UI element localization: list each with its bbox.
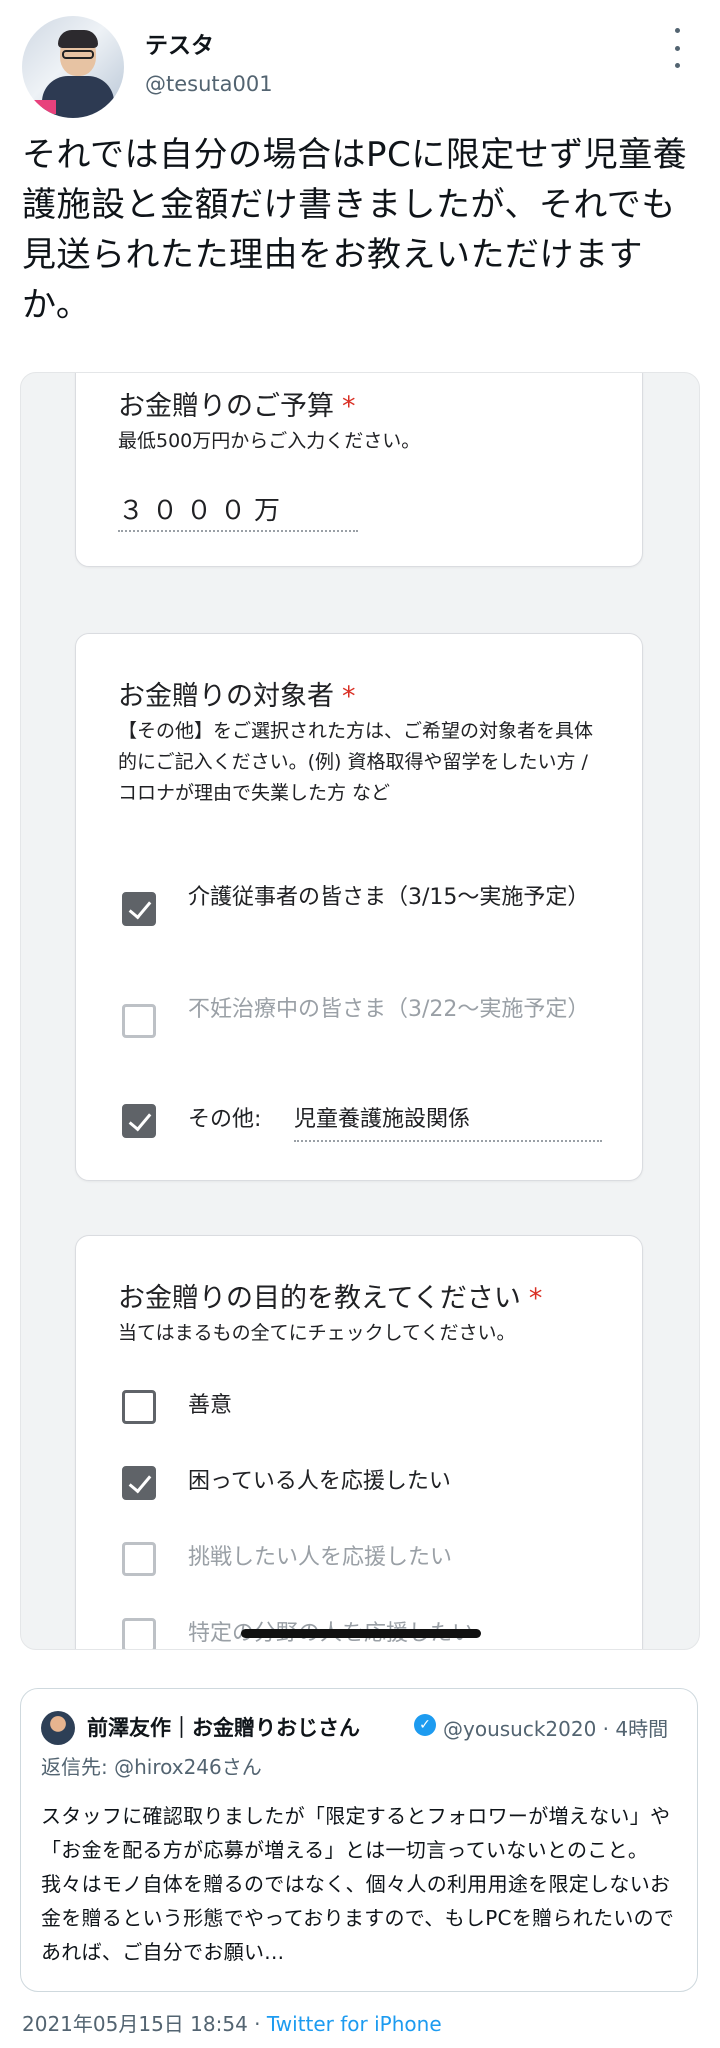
purpose-question-card: お金贈りの目的を教えてください * 当てはまるもの全てにチェックしてください。 善… [75, 1235, 643, 1649]
target-question-title: お金贈りの対象者 * [118, 681, 356, 712]
budget-question-title: お金贈りのご予算 * [118, 391, 356, 422]
budget-question-card: お金贈りのご予算 * 最低500万円からご入力ください。 ３０００万 [75, 373, 643, 567]
quoted-author-avatar[interactable] [41, 1711, 75, 1745]
quoted-reply-to: 返信先: @hirox246さん [41, 1755, 262, 1779]
budget-question-description: 最低500万円からご入力ください。 [118, 430, 421, 452]
purpose-option-goodwill: 善意 [188, 1393, 233, 1418]
purpose-option-support-challengers: 挑戦したい人を応援したい [188, 1545, 453, 1570]
author-avatar[interactable] [22, 16, 124, 118]
reply-to-handle-link[interactable]: @hirox246さん [114, 1755, 262, 1779]
purpose-option-help-struggling: 困っている人を応援したい [188, 1469, 451, 1494]
target-question-description: 【その他】をご選択された方は、ご希望の対象者を具体的にご記入ください。(例) 資… [118, 720, 594, 804]
budget-answer-value: ３０００万 [118, 496, 289, 526]
more-options-icon[interactable] [672, 28, 682, 68]
author-handle[interactable]: @tesuta001 [145, 72, 273, 96]
target-other-underline [294, 1140, 602, 1142]
quoted-author-name[interactable]: 前澤友作｜お金贈りおじさん [87, 1712, 360, 1742]
target-other-input[interactable]: 児童養護施設関係 [294, 1102, 594, 1138]
quoted-author-handle-time[interactable]: @yousuck2020 · 4時間 [443, 1713, 668, 1742]
tweet-source-link[interactable]: Twitter for iPhone [267, 2012, 442, 2036]
attached-image[interactable]: お金贈りのご予算 * 最低500万円からご入力ください。 ３０００万 お金贈りの対… [20, 372, 700, 1650]
purpose-question-title: お金贈りの目的を教えてください * [118, 1283, 543, 1314]
purpose-checkbox-specific-field[interactable] [122, 1618, 156, 1649]
tweet-text: それでは自分の場合はPCに限定せず児童養護施設と金額だけ書きましたが、それでも見… [22, 135, 688, 325]
purpose-checkbox-goodwill[interactable] [122, 1390, 156, 1424]
target-checkbox-other[interactable] [122, 1104, 156, 1138]
tweet-timestamp: 2021年05月15日 18:54 · Twitter for iPhone [22, 2012, 442, 2036]
target-checkbox-fertility[interactable] [122, 1004, 156, 1038]
purpose-checkbox-support-challengers[interactable] [122, 1542, 156, 1576]
target-option-caregivers: 介護従事者の皆さま（3/15〜実施予定） [188, 885, 590, 910]
home-indicator-bar [241, 1629, 481, 1638]
verified-badge-icon: ✓ [414, 1714, 436, 1736]
target-option-fertility: 不妊治療中の皆さま（3/22〜実施予定） [188, 997, 590, 1022]
target-question-card: お金贈りの対象者 * 【その他】をご選択された方は、ご希望の対象者を具体的にご記入… [75, 633, 643, 1181]
quoted-tweet-text: スタッフに確認取りましたが「限定するとフォロワーが増えない」や「お金を配る方が応… [41, 1804, 675, 1964]
target-checkbox-caregivers[interactable] [122, 892, 156, 926]
quoted-tweet[interactable]: 前澤友作｜お金贈りおじさん ✓ @yousuck2020 · 4時間 返信先: … [20, 1688, 698, 1992]
author-name[interactable]: テスタ [145, 26, 214, 60]
purpose-question-description: 当てはまるもの全てにチェックしてください。 [118, 1322, 516, 1344]
purpose-checkbox-help-struggling[interactable] [122, 1466, 156, 1500]
target-option-other: その他: [188, 1107, 262, 1132]
budget-answer-underline [118, 530, 358, 532]
